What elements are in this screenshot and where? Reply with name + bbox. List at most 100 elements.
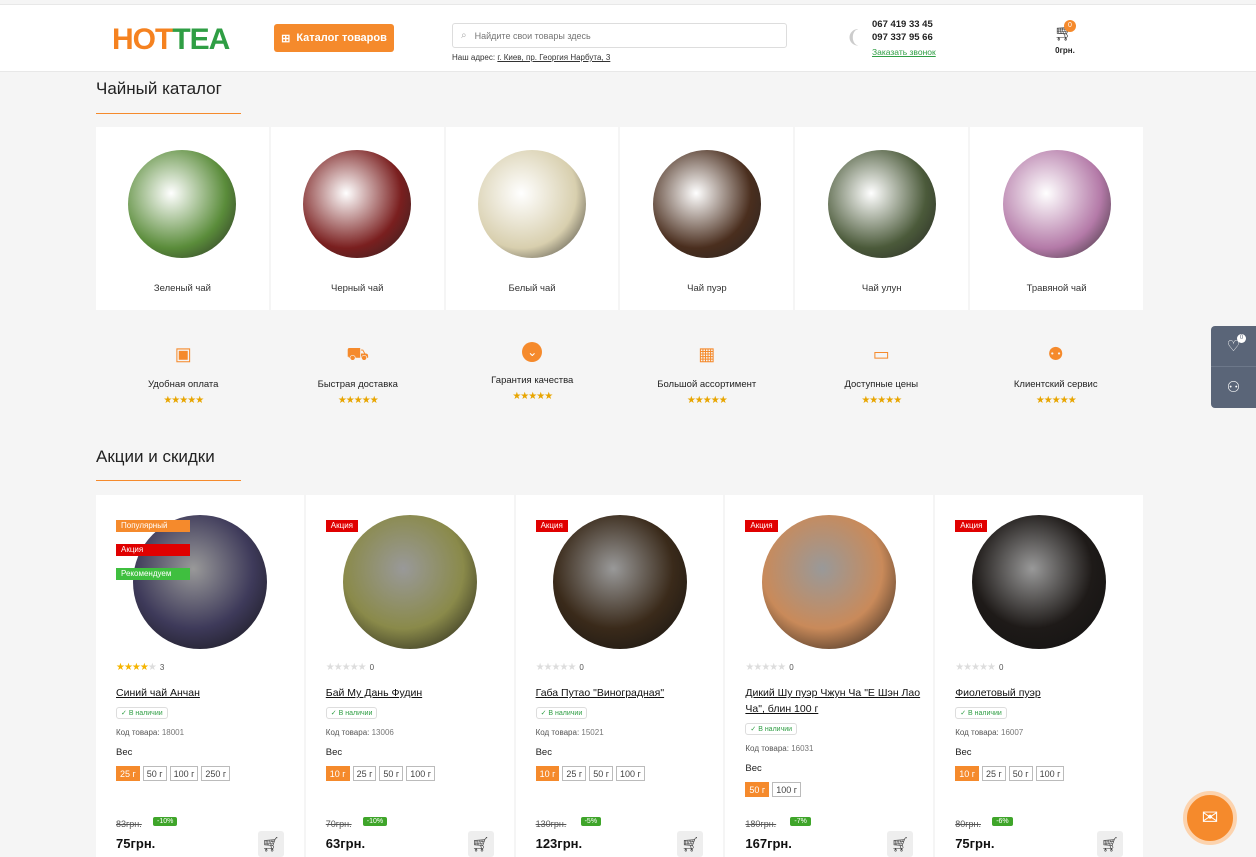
discount-badge: -5%: [580, 817, 602, 826]
feature-item: ⚉ Клиентский сервис ★★★★★: [969, 338, 1144, 418]
availability-label: В наличии: [128, 710, 163, 717]
product-name[interactable]: Дикий Шу пуэр Чжун Ча "Е Шэн Лао Ча", бл…: [745, 685, 925, 717]
availability-badge: ✓ В наличии: [745, 723, 798, 735]
product-code-label: Код товара:: [535, 728, 580, 737]
product-name[interactable]: Бай Му Дань Фудин: [326, 685, 506, 701]
weight-option[interactable]: 100 г: [772, 782, 801, 797]
weight-label: Вес: [955, 747, 972, 758]
product-card: Акция ★★★★★ 0 Дикий Шу пуэр Чжун Ча "Е Шэн …: [725, 495, 934, 857]
search-box[interactable]: ⌕: [452, 23, 787, 48]
category-image[interactable]: [478, 150, 587, 258]
weight-option[interactable]: 100 г: [1035, 766, 1065, 781]
weight-option[interactable]: 10 г: [955, 766, 979, 781]
catalog-button[interactable]: ⊞ Каталог товаров: [274, 24, 394, 52]
product-image[interactable]: [972, 515, 1107, 649]
weight-option[interactable]: 50 г: [1008, 766, 1033, 781]
category-label[interactable]: Зеленый чай: [96, 283, 269, 294]
category-card[interactable]: Белый чай: [445, 127, 619, 310]
category-image[interactable]: [652, 150, 761, 258]
weight-option[interactable]: 25 г: [562, 766, 587, 781]
weight-option[interactable]: 25 г: [352, 766, 377, 781]
weight-options: 50 г 100 г: [745, 782, 801, 797]
add-to-cart-button[interactable]: 🛒︎: [1096, 831, 1123, 857]
cart-icon: 🛒︎: [681, 836, 700, 852]
category-label[interactable]: Черный чай: [271, 283, 444, 294]
add-to-cart-button[interactable]: 🛒︎: [257, 831, 284, 857]
message-button[interactable]: ✉: [1183, 791, 1237, 845]
category-card[interactable]: Чай пуэр: [620, 127, 794, 310]
product-code-label: Код товара:: [116, 728, 160, 737]
weight-option[interactable]: 25 г: [116, 766, 140, 781]
feature-label: Гарантия качества: [491, 375, 574, 386]
weight-option[interactable]: 100 г: [615, 766, 645, 781]
availability-badge: ✓ В наличии: [535, 707, 588, 719]
weight-option[interactable]: 25 г: [981, 766, 1006, 781]
rating-count: 0: [369, 663, 375, 672]
feature-stars: ★★★★★: [337, 395, 379, 406]
weight-option[interactable]: 10 г: [535, 766, 560, 781]
category-card[interactable]: Черный чай: [270, 127, 444, 310]
rating-stars-empty: ★★★★★: [955, 662, 996, 673]
category-image[interactable]: [827, 150, 936, 258]
user-icon: ⚇: [1226, 379, 1241, 396]
product-name[interactable]: Габа Путао "Виноградная": [536, 685, 716, 701]
category-image[interactable]: [303, 150, 412, 258]
truck-icon: ⛟: [346, 344, 370, 364]
weight-option[interactable]: 50 г: [589, 766, 613, 781]
category-label[interactable]: Чай улун: [795, 283, 968, 294]
old-price: 180грн.: [745, 819, 777, 829]
category-image[interactable]: [128, 150, 237, 258]
product-code: Код товара: 13006: [326, 728, 394, 737]
weight-option[interactable]: 50 г: [142, 766, 167, 781]
category-card[interactable]: Травяной чай: [970, 127, 1143, 310]
phone-2[interactable]: 097 337 95 66: [872, 32, 933, 43]
category-label[interactable]: Травяной чай: [970, 283, 1143, 294]
cart-button[interactable]: 🛒︎ 0 0грн.: [1040, 19, 1090, 63]
add-to-cart-button[interactable]: 🛒︎: [677, 831, 704, 857]
product-code: Код товара: 18001: [116, 728, 184, 737]
product-image[interactable]: [342, 515, 477, 649]
product-image[interactable]: [762, 515, 897, 649]
category-image[interactable]: [1002, 150, 1111, 258]
product-name[interactable]: Фиолетовый пуэр: [955, 685, 1135, 701]
address-link[interactable]: г. Киев, пр. Георгия Нарбута, 3: [497, 53, 610, 62]
product-badges: Акция: [955, 515, 988, 533]
category-label[interactable]: Белый чай: [446, 283, 619, 294]
add-to-cart-button[interactable]: 🛒︎: [887, 831, 914, 857]
discount-badge: -10%: [153, 817, 178, 826]
product-badge: Акция: [325, 520, 359, 532]
product-rating: ★★★★★ 0: [745, 662, 793, 673]
product-image[interactable]: [552, 515, 687, 649]
weight-option[interactable]: 100 г: [406, 766, 435, 781]
weight-option[interactable]: 50 г: [379, 766, 404, 781]
wishlist-button[interactable]: ♡ 0: [1211, 326, 1256, 367]
side-panel: ♡ 0 ⚇: [1211, 326, 1256, 408]
weight-option[interactable]: 50 г: [745, 782, 770, 797]
weight-option[interactable]: 10 г: [325, 766, 350, 781]
product-code-value: 16007: [1001, 728, 1024, 737]
product-price: 63грн.: [325, 836, 366, 851]
product-price: 75грн.: [955, 836, 995, 851]
category-label[interactable]: Чай пуэр: [620, 283, 793, 294]
weight-option[interactable]: 250 г: [201, 766, 231, 781]
category-card[interactable]: Зеленый чай: [96, 127, 269, 310]
phone-1[interactable]: 067 419 33 45: [872, 19, 933, 30]
cart-icon: 🛒︎: [471, 836, 490, 852]
category-card[interactable]: Чай улун: [795, 127, 969, 310]
cart-icon: 🛒︎: [1101, 836, 1119, 852]
product-code-value: 15021: [581, 728, 604, 737]
account-button[interactable]: ⚇: [1211, 367, 1256, 408]
wishlist-count: 0: [1237, 334, 1246, 343]
feature-stars: ★★★★★: [1035, 395, 1077, 406]
check-icon: ✓: [121, 710, 129, 717]
logo[interactable]: HOTTEA: [112, 23, 230, 57]
search-input[interactable]: [474, 30, 755, 41]
cart-icon: 🛒︎: [891, 836, 910, 852]
weight-option[interactable]: 100 г: [169, 766, 199, 781]
grid-icon: ▦: [698, 344, 716, 364]
product-code: Код товара: 16031: [745, 744, 813, 753]
id-card-icon: ▣: [174, 344, 192, 364]
add-to-cart-button[interactable]: 🛒︎: [467, 831, 494, 857]
product-name[interactable]: Синий чай Анчан: [116, 685, 296, 701]
callback-link[interactable]: Заказать звонок: [872, 47, 936, 57]
